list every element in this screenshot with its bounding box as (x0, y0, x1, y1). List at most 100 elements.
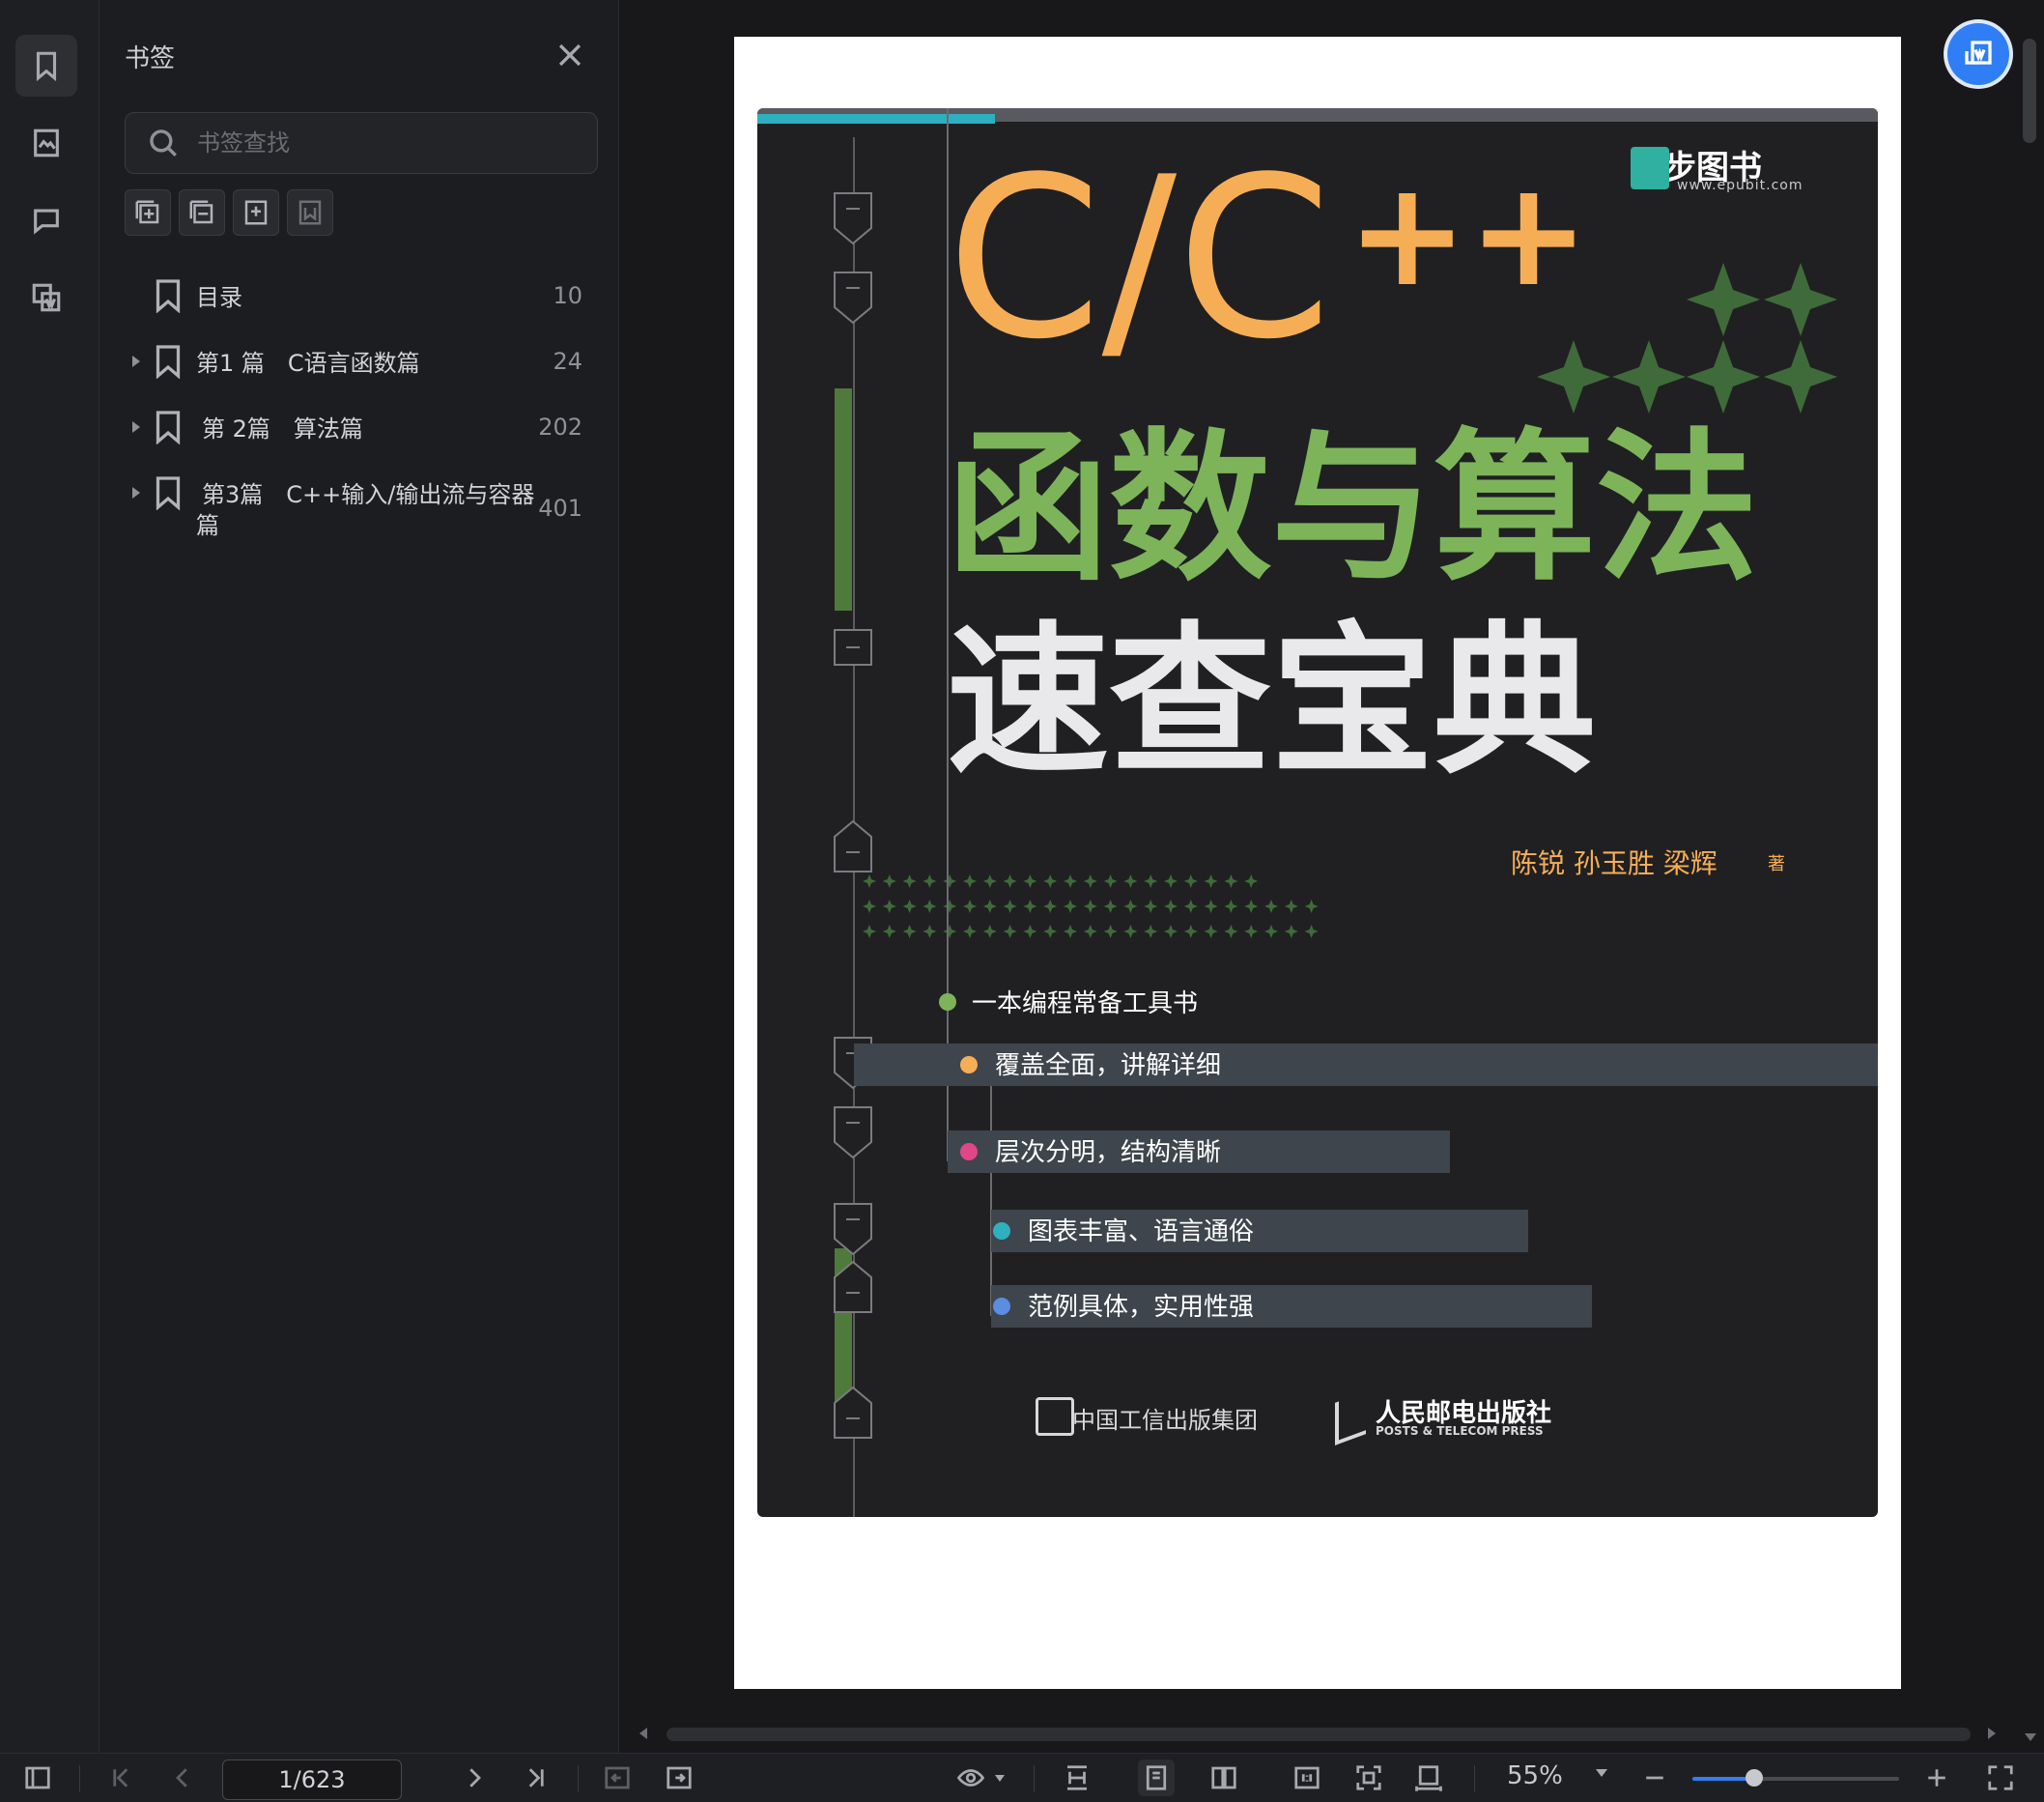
page-number-input[interactable] (222, 1759, 402, 1800)
add-bookmark-icon[interactable] (233, 189, 279, 236)
cover-star (1083, 900, 1097, 913)
cover-star (1144, 925, 1158, 938)
cover-star (982, 900, 997, 913)
cover-title-cc: C/C (947, 130, 1332, 388)
cover-star (1003, 874, 1017, 888)
bookmark-icon (154, 475, 183, 511)
bookmark-item[interactable]: 第1 篇 C语言函数篇 24 (119, 344, 602, 383)
feature-text: 覆盖全面，讲解详细 (995, 1051, 1222, 1080)
cover-star (1284, 900, 1298, 913)
feature-text: 图表丰富、语言通俗 (1028, 1217, 1255, 1246)
expand-arrow-icon[interactable] (132, 421, 140, 433)
cover-title-line1: 函数与算法 (947, 414, 1758, 603)
feature-dot (939, 993, 956, 1011)
two-page-icon[interactable] (1206, 1759, 1242, 1796)
feature-dot (960, 1143, 978, 1160)
publisher-group-logo (1036, 1397, 1074, 1436)
convert-icon (1965, 41, 1992, 65)
bookmark-label: 目录 (196, 284, 242, 311)
fullscreen-icon[interactable] (1982, 1759, 2019, 1796)
bookmark-label-cont: 篇 (196, 512, 219, 539)
sidebar-rail (0, 0, 99, 1753)
cover-star (1183, 874, 1198, 888)
zoom-dropdown-icon[interactable] (1596, 1769, 1607, 1777)
zoom-in-icon[interactable] (1918, 1759, 1955, 1796)
view-mode-icon[interactable] (952, 1759, 989, 1796)
cover-star (1064, 925, 1077, 938)
cover-star (1244, 925, 1259, 938)
cover-star (1023, 900, 1037, 913)
bookmark-item[interactable]: 第 2篇 算法篇 202 (119, 410, 602, 448)
delete-bookmark-icon[interactable] (287, 189, 333, 236)
scroll-left-arrow-icon[interactable] (639, 1728, 647, 1739)
bookmark-icon (154, 410, 183, 445)
vertical-scrollbar[interactable] (2023, 39, 2036, 143)
cover-star (1043, 900, 1058, 913)
expand-arrow-icon[interactable] (132, 356, 140, 367)
cover-star (1023, 925, 1037, 938)
publisher-name-en: POSTS & TELECOM PRESS (1376, 1424, 1544, 1438)
forward-icon[interactable] (661, 1759, 697, 1796)
bookmark-item[interactable]: 第3篇 C++输入/输出流与容器 篇 401 (119, 475, 602, 543)
attachment-tab-icon[interactable] (15, 267, 77, 329)
next-page-icon[interactable] (456, 1759, 493, 1796)
cover-star (1123, 925, 1138, 938)
cover-star (1304, 925, 1319, 938)
toggle-sidebar-icon[interactable] (19, 1759, 56, 1796)
scroll-down-arrow-icon[interactable] (2025, 1733, 2036, 1741)
comment-tab-icon[interactable] (15, 189, 77, 251)
cover-star (1164, 900, 1178, 913)
cover-authors: 陈锐 孙玉胜 梁辉 (1511, 847, 1718, 879)
horizontal-scrollbar[interactable] (667, 1728, 1971, 1741)
cover-star (1043, 874, 1058, 888)
bottom-toolbar: 55% (0, 1753, 2044, 1802)
cover-star (1204, 900, 1218, 913)
cover-star (1003, 925, 1017, 938)
publisher-logo-mark (1631, 147, 1669, 189)
bookmark-tab-icon[interactable] (15, 35, 77, 97)
zoom-out-icon[interactable] (1636, 1759, 1673, 1796)
book-cover: 异步图书 www.epubit.com C/C ++ 函数与算法 速查宝典 陈锐… (757, 108, 1878, 1517)
bookmark-search[interactable] (125, 112, 598, 174)
scroll-right-arrow-icon[interactable] (1988, 1728, 1996, 1739)
cover-star (1083, 874, 1097, 888)
cover-star (1304, 900, 1319, 913)
zoom-level[interactable]: 55% (1507, 1761, 1563, 1790)
prev-page-icon[interactable] (164, 1759, 201, 1796)
feature-text: 范例具体，实用性强 (1028, 1293, 1255, 1322)
cover-star (1003, 900, 1017, 913)
view-mode-dropdown-icon[interactable] (995, 1775, 1005, 1782)
cover-star (863, 874, 876, 888)
last-page-icon[interactable] (518, 1759, 554, 1796)
cover-star (1264, 925, 1278, 938)
cover-star (902, 900, 917, 913)
expand-all-icon[interactable] (125, 189, 171, 236)
fit-page-icon[interactable] (1350, 1759, 1387, 1796)
cover-star (1224, 900, 1238, 913)
close-icon[interactable] (554, 39, 586, 72)
collapse-all-icon[interactable] (179, 189, 225, 236)
search-icon (150, 129, 177, 157)
cover-star (963, 874, 977, 888)
first-page-icon[interactable] (102, 1759, 139, 1796)
bookmark-page: 401 (538, 495, 582, 522)
panel-title: 书签 (125, 44, 176, 73)
back-icon[interactable] (599, 1759, 636, 1796)
cover-star (882, 900, 896, 913)
bookmark-page: 10 (553, 282, 582, 309)
actual-size-icon[interactable] (1289, 1759, 1325, 1796)
expand-arrow-icon[interactable] (132, 487, 140, 499)
cover-star (863, 925, 876, 938)
floating-action-button[interactable] (1947, 23, 2009, 85)
cover-star (1144, 900, 1158, 913)
zoom-slider-knob[interactable] (1746, 1769, 1764, 1787)
cover-star (963, 900, 977, 913)
thumbnail-tab-icon[interactable] (15, 112, 77, 174)
bookmark-item[interactable]: 目录 10 (119, 278, 602, 317)
feature-dot (960, 1056, 978, 1073)
single-page-icon[interactable] (1138, 1759, 1175, 1796)
fit-width-icon[interactable] (1410, 1759, 1447, 1796)
fit-height-icon[interactable] (1059, 1759, 1095, 1796)
bookmark-search-input[interactable] (195, 123, 585, 163)
cover-star (882, 925, 896, 938)
